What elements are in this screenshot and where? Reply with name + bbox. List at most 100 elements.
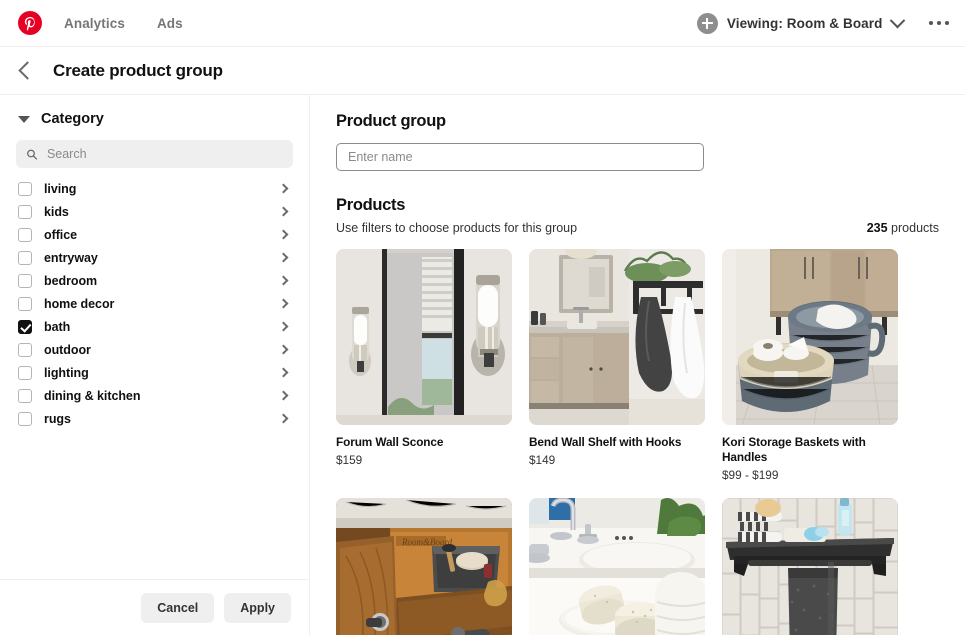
category-checkbox-bath[interactable] [18, 320, 32, 334]
category-section-header[interactable]: Category [16, 111, 293, 127]
nav-link-analytics[interactable]: Analytics [64, 16, 125, 31]
products-subtitle: Use filters to choose products for this … [336, 221, 577, 235]
product-title: Bend Wall Shelf with Hooks [529, 435, 705, 450]
category-row-bedroom[interactable]: bedroom [16, 269, 293, 292]
caret-down-icon[interactable] [18, 116, 30, 123]
sidebar-footer: Cancel Apply [0, 579, 309, 635]
primary-nav-links: Analytics Ads [64, 16, 215, 31]
chevron-right-icon[interactable] [279, 391, 289, 401]
chevron-right-icon[interactable] [279, 322, 289, 332]
chevron-right-icon[interactable] [279, 230, 289, 240]
product-thumbnail-storage-baskets[interactable] [722, 249, 898, 425]
category-checkbox-living[interactable] [18, 182, 32, 196]
product-grid-row-1: Forum Wall Sconce $159 [336, 249, 939, 482]
category-checkbox-entryway[interactable] [18, 251, 32, 265]
product-thumbnail-sink-soap[interactable] [529, 498, 705, 635]
category-checkbox-home-decor[interactable] [18, 297, 32, 311]
product-title: Kori Storage Baskets with Handles [722, 435, 898, 465]
product-count-suffix: products [888, 221, 939, 235]
product-thumbnail-wall-sconce[interactable] [336, 249, 512, 425]
category-row-living[interactable]: living [16, 177, 293, 200]
category-checkbox-outdoor[interactable] [18, 343, 32, 357]
product-grid-row-2: Room&Board [336, 498, 939, 635]
chevron-right-icon[interactable] [279, 299, 289, 309]
category-label: entryway [44, 251, 98, 265]
category-row-dining-kitchen[interactable]: dining & kitchen [16, 384, 293, 407]
chevron-right-icon[interactable] [279, 368, 289, 378]
product-thumbnail-towel-shelf[interactable] [722, 498, 898, 635]
product-card[interactable]: Kori Storage Baskets with Handles $99 - … [722, 249, 898, 482]
category-row-kids[interactable]: kids [16, 200, 293, 223]
category-checkbox-rugs[interactable] [18, 412, 32, 426]
plus-circle-icon[interactable] [697, 13, 718, 34]
chevron-down-icon[interactable] [889, 12, 905, 28]
products-heading: Products [336, 196, 939, 215]
category-checkbox-dining-kitchen[interactable] [18, 389, 32, 403]
chevron-left-icon[interactable] [18, 61, 36, 79]
product-card[interactable] [529, 498, 705, 635]
category-label: office [44, 228, 77, 242]
chevron-right-icon[interactable] [279, 207, 289, 217]
ellipsis-icon[interactable] [929, 21, 950, 26]
category-row-outdoor[interactable]: outdoor [16, 338, 293, 361]
search-input[interactable] [47, 147, 283, 161]
category-row-bath[interactable]: bath [16, 315, 293, 338]
chevron-right-icon[interactable] [279, 414, 289, 424]
product-card[interactable]: Room&Board [336, 498, 512, 635]
tiled-wall-towel-shelf-image [722, 498, 898, 635]
walnut-drawer-organizer-image: Room&Board [336, 498, 512, 635]
bathroom-vanity-robes-shelf-image [529, 249, 705, 425]
apply-button[interactable]: Apply [224, 593, 291, 623]
category-checkbox-bedroom[interactable] [18, 274, 32, 288]
chevron-right-icon[interactable] [279, 345, 289, 355]
category-label: bedroom [44, 274, 97, 288]
category-checkbox-lighting[interactable] [18, 366, 32, 380]
category-section-label: Category [41, 111, 104, 127]
account-switcher[interactable]: Viewing: Room & Board [697, 13, 903, 34]
category-checkbox-office[interactable] [18, 228, 32, 242]
product-count-number: 235 [867, 221, 888, 235]
products-subheader-row: Use filters to choose products for this … [336, 221, 939, 235]
category-label: dining & kitchen [44, 389, 140, 403]
search-icon [26, 148, 38, 161]
page-title: Create product group [53, 61, 223, 81]
category-label: lighting [44, 366, 89, 380]
category-checkbox-kids[interactable] [18, 205, 32, 219]
chevron-right-icon[interactable] [279, 253, 289, 263]
viewing-account-label: Viewing: Room & Board [727, 16, 883, 31]
category-list: living kids office entryway [16, 177, 293, 430]
bathroom-wall-sconce-mirror-image [336, 249, 512, 425]
category-search-box[interactable] [16, 140, 293, 168]
category-row-lighting[interactable]: lighting [16, 361, 293, 384]
nav-link-ads[interactable]: Ads [157, 16, 183, 31]
category-label: rugs [44, 412, 71, 426]
category-label: outdoor [44, 343, 91, 357]
product-price: $149 [529, 453, 705, 467]
white-sink-soap-bars-image [529, 498, 705, 635]
pinterest-logo-icon[interactable] [18, 11, 42, 35]
category-label: kids [44, 205, 69, 219]
cancel-button[interactable]: Cancel [141, 593, 214, 623]
product-card[interactable] [722, 498, 898, 635]
category-row-entryway[interactable]: entryway [16, 246, 293, 269]
product-price: $159 [336, 453, 512, 467]
product-group-name-input[interactable] [336, 143, 704, 171]
category-row-home-decor[interactable]: home decor [16, 292, 293, 315]
ellipsis-dot [945, 21, 950, 26]
product-card[interactable]: Bend Wall Shelf with Hooks $149 [529, 249, 705, 482]
product-card[interactable]: Forum Wall Sconce $159 [336, 249, 512, 482]
category-row-office[interactable]: office [16, 223, 293, 246]
category-filter-sidebar: Category living kids [0, 95, 310, 635]
product-thumbnail-wall-shelf[interactable] [529, 249, 705, 425]
top-navigation-bar: Analytics Ads Viewing: Room & Board [0, 0, 965, 47]
woven-storage-baskets-image [722, 249, 898, 425]
chevron-right-icon[interactable] [279, 276, 289, 286]
product-thumbnail-drawer-organizer[interactable]: Room&Board [336, 498, 512, 635]
category-label: living [44, 182, 76, 196]
main-content: Product group Products Use filters to ch… [310, 95, 965, 635]
category-row-rugs[interactable]: rugs [16, 407, 293, 430]
ellipsis-dot [937, 21, 942, 26]
sidebar-scroll-area[interactable]: Category living kids [0, 95, 309, 579]
products-section: Products Use filters to choose products … [336, 196, 939, 235]
chevron-right-icon[interactable] [279, 184, 289, 194]
